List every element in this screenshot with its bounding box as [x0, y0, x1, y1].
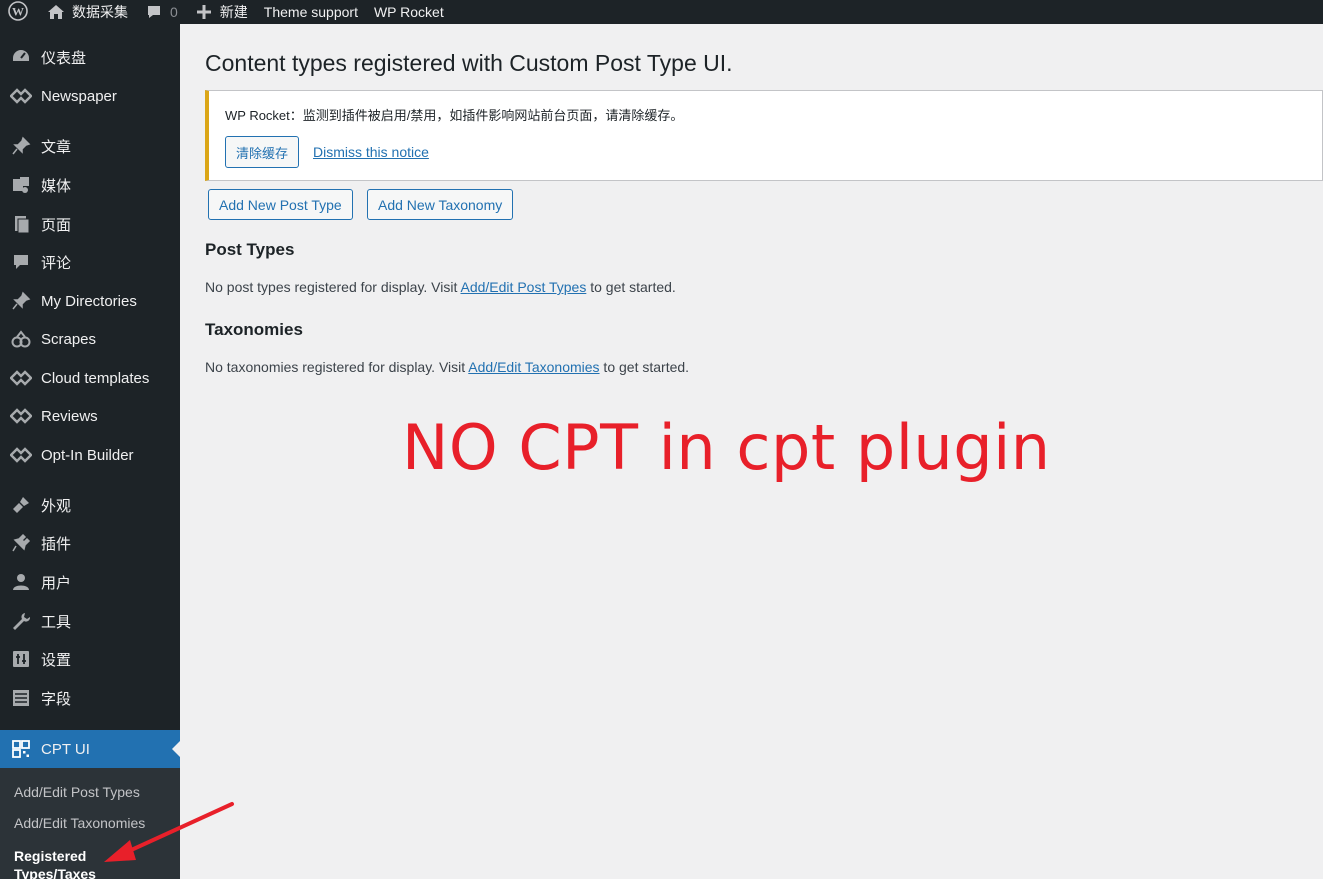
page-icon	[10, 213, 32, 235]
newspaper-icon	[10, 444, 32, 466]
post-types-message: No post types registered for display. Vi…	[205, 279, 676, 295]
newspaper-icon	[10, 405, 32, 427]
sidebar-item-工具[interactable]: 工具	[0, 604, 180, 638]
wp-rocket-menu[interactable]: WP Rocket	[366, 0, 452, 24]
theme-support-menu[interactable]: Theme support	[256, 0, 366, 24]
cpt-icon	[10, 738, 32, 760]
dismiss-notice-link[interactable]: Dismiss this notice	[313, 144, 429, 160]
sidebar-item-页面[interactable]: 页面	[0, 207, 180, 241]
admin-sidebar: Add/Edit Post Types Add/Edit Taxonomies …	[0, 24, 180, 879]
sidebar-item-媒体[interactable]: 媒体	[0, 168, 180, 202]
site-name-menu[interactable]: 数据采集	[38, 0, 136, 24]
sidebar-item-label: 插件	[41, 535, 72, 553]
plus-icon	[194, 2, 214, 22]
add-edit-taxonomies-link[interactable]: Add/Edit Taxonomies	[468, 359, 599, 375]
pin-icon	[10, 290, 32, 312]
theme-support-label: Theme support	[263, 4, 358, 20]
annotation-text: NO CPT in cpt plugin	[402, 411, 1051, 484]
wordpress-logo-icon: W	[8, 0, 28, 24]
fields-icon	[10, 687, 32, 709]
sidebar-item-label: 评论	[41, 254, 72, 272]
taxonomies-message: No taxonomies registered for display. Vi…	[205, 359, 689, 375]
sidebar-item-label: 文章	[41, 138, 72, 156]
sidebar-item-scrapes[interactable]: Scrapes	[0, 322, 180, 356]
sidebar-item-外观[interactable]: 外观	[0, 488, 180, 522]
sidebar-item-label: 媒体	[41, 177, 72, 195]
sidebar-item-label: 字段	[41, 690, 72, 708]
sidebar-item-用户[interactable]: 用户	[0, 565, 180, 599]
user-icon	[10, 571, 32, 593]
settings-icon	[10, 648, 32, 670]
sidebar-item-文章[interactable]: 文章	[0, 129, 180, 163]
sidebar-item-opt-in-builder[interactable]: Opt-In Builder	[0, 438, 180, 472]
media-icon	[10, 174, 32, 196]
home-icon	[46, 2, 66, 22]
main-content: Content types registered with Custom Pos…	[180, 24, 1323, 879]
sidebar-item-newspaper[interactable]: Newspaper	[0, 79, 180, 113]
taxonomies-text-before: No taxonomies registered for display. Vi…	[205, 359, 469, 375]
sidebar-item-label: My Directories	[41, 292, 137, 310]
taxonomies-text-after: to get started.	[599, 359, 690, 375]
new-content-menu[interactable]: 新建	[186, 0, 256, 24]
sidebar-item-label: 页面	[41, 216, 72, 234]
sidebar-item-label: 工具	[41, 613, 72, 631]
sidebar-item-字段[interactable]: 字段	[0, 681, 180, 715]
wp-rocket-label: WP Rocket	[373, 4, 444, 20]
sidebar-item-仪表盘[interactable]: 仪表盘	[0, 40, 180, 74]
dashboard-icon	[10, 46, 32, 68]
sidebar-item-评论[interactable]: 评论	[0, 245, 180, 279]
pin-icon	[10, 135, 32, 157]
sidebar-item-插件[interactable]: 插件	[0, 526, 180, 560]
sidebar-item-label: Reviews	[41, 407, 98, 425]
add-new-post-type-button[interactable]: Add New Post Type	[208, 189, 353, 220]
comments-count: 0	[170, 4, 178, 20]
add-edit-post-types-link[interactable]: Add/Edit Post Types	[461, 279, 587, 295]
sidebar-item-label: 外观	[41, 497, 72, 515]
svg-text:W: W	[12, 4, 24, 18]
admin-bar: W 数据采集 0 新建 Theme support WP Rocket	[0, 0, 1323, 24]
wp-rocket-notice: WP Rocket：监测到插件被启用/禁用，如插件影响网站前台页面，请清除缓存。…	[205, 90, 1323, 181]
notice-text: WP Rocket：监测到插件被启用/禁用，如插件影响网站前台页面，请清除缓存。	[225, 105, 683, 124]
sidebar-item-my-directories[interactable]: My Directories	[0, 284, 180, 318]
sidebar-item-label: 仪表盘	[41, 49, 87, 67]
post-types-text-before: No post types registered for display. Vi…	[205, 279, 461, 295]
sidebar-item-cloud-templates[interactable]: Cloud templates	[0, 361, 180, 395]
post-types-text-after: to get started.	[586, 279, 676, 295]
annotation-arrow	[104, 802, 234, 862]
sidebar-item-label: 设置	[41, 651, 72, 669]
sidebar-item-label: 用户	[41, 574, 72, 592]
newspaper-icon	[10, 85, 32, 107]
add-new-taxonomy-button[interactable]: Add New Taxonomy	[367, 189, 514, 220]
comment-icon	[144, 2, 164, 22]
sidebar-item-label: Opt-In Builder	[41, 446, 134, 464]
newspaper-icon	[10, 367, 32, 389]
sidebar-item-label: CPT UI	[41, 740, 90, 758]
page-title: Content types registered with Custom Pos…	[205, 50, 733, 76]
site-name: 数据采集	[72, 4, 128, 20]
clear-cache-button[interactable]: 清除缓存	[225, 136, 300, 168]
submenu-add-edit-post-types[interactable]: Add/Edit Post Types	[14, 784, 140, 800]
brush-icon	[10, 494, 32, 516]
sidebar-item-cpt-ui[interactable]: CPT UI	[0, 730, 180, 768]
wordpress-logo-menu[interactable]: W	[0, 0, 38, 24]
sidebar-item-reviews[interactable]: Reviews	[0, 399, 180, 433]
wrench-icon	[10, 610, 32, 632]
sidebar-item-label: Scrapes	[41, 330, 97, 348]
sidebar-item-label: Newspaper	[41, 87, 117, 105]
sidebar-item-label: Cloud templates	[41, 369, 150, 387]
plugin-icon	[10, 532, 32, 554]
comment-icon	[10, 251, 32, 273]
taxonomies-heading: Taxonomies	[205, 320, 303, 339]
new-label: 新建	[219, 4, 248, 20]
notice-prefix: WP Rocket	[225, 108, 290, 123]
post-types-heading: Post Types	[205, 240, 295, 259]
notice-message: ：监测到插件被启用/禁用，如插件影响网站前台页面，请清除缓存。	[289, 108, 684, 123]
scrapes-icon	[10, 328, 32, 350]
sidebar-item-设置[interactable]: 设置	[0, 642, 180, 676]
comments-menu[interactable]: 0	[136, 0, 186, 24]
